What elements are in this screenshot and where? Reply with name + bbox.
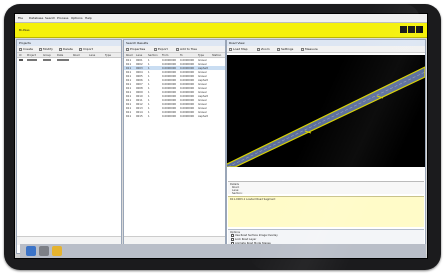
col-type[interactable]: Type <box>105 54 111 57</box>
table-cell: Asphalt <box>198 114 208 118</box>
modify-icon[interactable] <box>39 47 42 51</box>
menu-bar: File Database Search Process Options Hel… <box>15 14 427 23</box>
road-surface <box>227 66 425 167</box>
lock-layer-label: Lock Road Layer <box>235 237 257 241</box>
col-section[interactable]: Section <box>148 54 158 57</box>
properties-icon[interactable] <box>126 47 129 51</box>
settings-button[interactable]: Settings <box>281 47 293 51</box>
projects-toolbar: Create Modify Delete Import <box>17 46 121 53</box>
road-render <box>227 66 425 167</box>
search-results-title: Search Results <box>126 40 149 45</box>
title-bar: Bi-Pass <box>15 23 427 38</box>
table-cell: 0.0000000 <box>180 114 195 118</box>
load-map-icon[interactable] <box>229 47 232 51</box>
menu-process[interactable]: Process <box>57 16 68 20</box>
window-title: Bi-Pass <box>19 28 30 32</box>
blue-app-icon[interactable] <box>26 246 36 256</box>
search-results-toolbar: Properties Export Add to Tree <box>124 46 225 53</box>
projects-panel: Projects Create Modify Delete Import Id … <box>16 39 122 254</box>
properties-button[interactable]: Properties <box>130 47 145 51</box>
add-to-tree-button[interactable]: Add to Tree <box>180 47 197 51</box>
table-cell: R11 <box>126 114 132 118</box>
zoom-button[interactable]: Zoom <box>261 47 270 51</box>
projects-row[interactable] <box>17 58 121 62</box>
table-cell: 1 <box>148 114 150 118</box>
settings-icon[interactable] <box>277 47 280 51</box>
details-section-label: Section: <box>232 192 243 195</box>
road-view-toolbar: Load Map Zoom Settings Measure <box>227 46 425 53</box>
table-row[interactable]: R11 0015 1 0.0000000 0.0000000 Asphalt <box>124 114 225 118</box>
delete-icon[interactable] <box>59 47 62 51</box>
table-cell: 0015 <box>136 114 143 118</box>
zoom-icon[interactable] <box>257 47 260 51</box>
col-id[interactable]: Id <box>19 54 21 57</box>
delete-button[interactable]: Delete <box>63 47 73 51</box>
gray-app-icon[interactable] <box>39 246 49 256</box>
folder-icon[interactable] <box>52 246 62 256</box>
col-road[interactable]: Road <box>126 54 133 57</box>
table-cell: 0.0000000 <box>162 114 177 118</box>
menu-search[interactable]: Search <box>45 16 55 20</box>
menu-options[interactable]: Options <box>71 16 83 20</box>
col-station[interactable]: Station <box>212 54 221 57</box>
menu-database[interactable]: Database <box>29 16 43 20</box>
application-screen: File Database Search Process Options Hel… <box>14 13 428 259</box>
measure-button[interactable]: Measure <box>305 47 318 51</box>
add-to-tree-icon[interactable] <box>176 47 179 51</box>
load-map-button[interactable]: Load Map <box>233 47 247 51</box>
col-road[interactable]: Road <box>73 54 80 57</box>
export-icon[interactable] <box>154 47 157 51</box>
create-icon[interactable] <box>19 47 22 51</box>
col-lane[interactable]: Lane <box>89 54 95 57</box>
col-type[interactable]: Type <box>198 54 204 57</box>
minimize-icon[interactable] <box>400 26 407 33</box>
menu-file[interactable]: File <box>18 16 23 20</box>
notes-text: R11-0003-1 Loaded Road Segment <box>230 198 276 201</box>
notes-area[interactable]: R11-0003-1 Loaded Road Segment <box>228 196 424 227</box>
search-results-panel: Search Results Properties Export Add to … <box>123 39 226 254</box>
col-group[interactable]: Group <box>43 54 51 57</box>
surface-overlay-checkbox[interactable] <box>231 234 234 237</box>
col-project[interactable]: Project <box>27 54 36 57</box>
menu-help[interactable]: Help <box>85 16 92 20</box>
surface-overlay-label: Use Road Surface Image Overlay <box>235 233 278 237</box>
col-from[interactable]: From <box>162 54 168 57</box>
col-date[interactable]: Date <box>57 54 63 57</box>
road-3d-viewport[interactable] <box>227 55 425 167</box>
details-box: Details Road: Lane: Section: <box>228 181 424 195</box>
projects-panel-title: Projects <box>19 40 31 45</box>
create-button[interactable]: Create <box>23 47 33 51</box>
device-mockup: File Database Search Process Options Hel… <box>0 0 445 274</box>
modify-button[interactable]: Modify <box>43 47 53 51</box>
lock-layer-checkbox[interactable] <box>231 238 234 241</box>
measure-icon[interactable] <box>301 47 304 51</box>
taskbar <box>20 244 426 258</box>
maximize-icon[interactable] <box>408 26 415 33</box>
col-lane[interactable]: Lane <box>136 54 142 57</box>
window-controls <box>400 26 423 33</box>
close-icon[interactable] <box>416 26 423 33</box>
import-button[interactable]: Import <box>83 47 93 51</box>
import-icon[interactable] <box>79 47 82 51</box>
col-to[interactable]: To <box>180 54 183 57</box>
road-view-title: Road View <box>229 40 245 45</box>
export-button[interactable]: Export <box>158 47 168 51</box>
